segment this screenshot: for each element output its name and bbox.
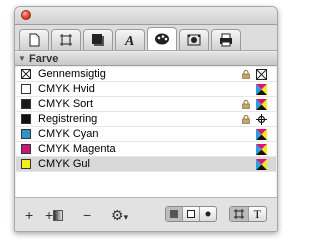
dot-icon <box>205 211 211 217</box>
color-swatch <box>21 99 31 109</box>
tab-bar: A <box>15 25 277 51</box>
color-tab[interactable] <box>147 27 177 50</box>
color-row-cmyk-sort[interactable]: CMYK Sort <box>16 97 276 112</box>
solid-fill-button[interactable] <box>166 207 183 221</box>
none-swatch-icon <box>21 69 31 79</box>
colors-section-header[interactable]: ▼ Farve <box>15 52 277 66</box>
shadow-tab[interactable] <box>83 29 113 50</box>
disclosure-triangle-icon[interactable]: ▼ <box>15 54 29 63</box>
shadow-box-icon <box>92 34 104 46</box>
color-row-cmyk-cyan[interactable]: CMYK Cyan <box>16 127 276 142</box>
frame-icon <box>60 34 72 46</box>
color-row-cmyk-magenta[interactable]: CMYK Magenta <box>16 142 276 157</box>
lock-icon <box>242 70 250 79</box>
frame-tab[interactable] <box>51 29 81 50</box>
gradient-swatch-icon <box>53 210 64 221</box>
title-bar[interactable] <box>15 7 277 25</box>
outline-fill-button[interactable] <box>183 207 200 221</box>
cmyk-mode-icon <box>256 159 267 170</box>
lock-icon <box>242 100 250 109</box>
color-label: CMYK Cyan <box>38 128 99 140</box>
text-style-tab[interactable]: A <box>115 29 145 50</box>
gear-icon: ⚙ <box>111 207 124 223</box>
target-segmented: T <box>229 206 267 222</box>
section-title: Farve <box>29 52 59 65</box>
print-tab[interactable] <box>211 29 241 50</box>
close-button[interactable] <box>21 10 31 20</box>
color-label: Registrering <box>38 113 98 125</box>
outline-square-icon <box>187 210 195 218</box>
svg-text:A: A <box>124 34 134 47</box>
add-gradient-button[interactable]: + <box>45 207 64 223</box>
color-label: CMYK Gul <box>38 158 90 170</box>
printer-icon <box>220 33 232 47</box>
color-label: Gennemsigtig <box>38 68 106 80</box>
page-tab[interactable] <box>19 29 49 50</box>
color-list: Gennemsigtig CMYK Hvid CMYK Sort Registr… <box>16 67 276 197</box>
color-swatch <box>21 129 31 139</box>
color-swatch <box>21 144 31 154</box>
color-swatch <box>21 114 31 124</box>
color-label: CMYK Magenta <box>38 143 116 155</box>
bottom-toolbar: + + − ⚙▾ T <box>15 197 277 231</box>
add-color-button[interactable]: + <box>25 208 33 222</box>
lock-icon <box>242 115 250 124</box>
color-swatch <box>21 84 31 94</box>
chevron-down-icon: ▾ <box>123 212 129 222</box>
text-target-label: T <box>253 206 261 221</box>
cmyk-mode-icon <box>256 129 267 140</box>
frame-icon <box>233 209 244 219</box>
color-label: CMYK Sort <box>38 98 94 110</box>
solid-square-icon <box>170 210 178 218</box>
color-label: CMYK Hvid <box>38 83 95 95</box>
frame-target-button[interactable] <box>230 207 249 221</box>
cmyk-mode-icon <box>256 144 267 155</box>
remove-color-button[interactable]: − <box>83 208 91 222</box>
page-icon <box>29 33 40 47</box>
picture-tab[interactable] <box>179 29 209 50</box>
fill-mode-segmented <box>165 206 217 222</box>
color-row-registrering[interactable]: Registrering <box>16 112 276 127</box>
cmyk-mode-icon <box>256 99 267 110</box>
no-color-mode-icon <box>256 69 267 80</box>
color-row-cmyk-gul[interactable]: CMYK Gul <box>16 157 276 172</box>
add-gradient-plus: + <box>45 207 54 223</box>
cmyk-mode-icon <box>256 84 267 95</box>
gear-menu-button[interactable]: ⚙▾ <box>111 208 128 224</box>
dot-fill-button[interactable] <box>200 207 216 221</box>
color-row-cmyk-hvid[interactable]: CMYK Hvid <box>16 82 276 97</box>
text-target-button[interactable]: T <box>249 207 267 221</box>
color-swatch <box>21 159 31 169</box>
italic-a-icon: A <box>124 34 134 47</box>
color-palette-window: A ▼ Farve Gennemsigtig CMYK Hvid CMYK So… <box>14 6 278 232</box>
color-palette-icon <box>155 33 169 45</box>
color-row-gennemsigtig[interactable]: Gennemsigtig <box>16 67 276 82</box>
registration-mark-icon <box>256 114 267 125</box>
picture-frame-icon <box>187 34 201 46</box>
